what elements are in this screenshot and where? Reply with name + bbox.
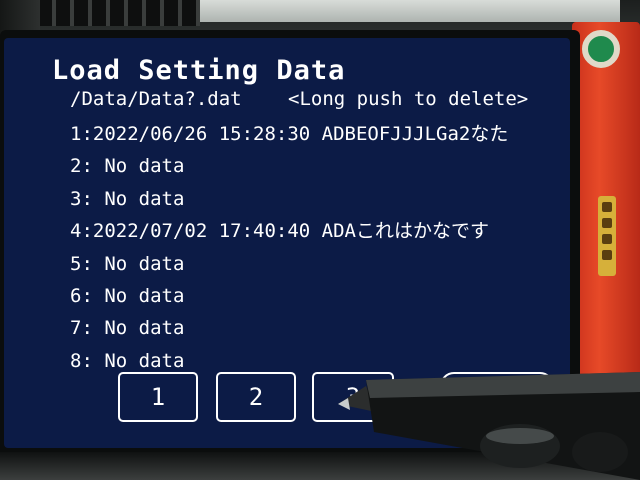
mounting-hole-icon <box>582 30 620 68</box>
data-slot-5[interactable]: 5: No data <box>70 248 508 280</box>
data-slot-4[interactable]: 4:2022/07/02 17:40:40 ADAこれはかなです <box>70 215 508 247</box>
page-1-button[interactable]: 1 <box>118 372 198 422</box>
mounting-hole-icon <box>582 396 620 434</box>
data-slot-2[interactable]: 2: No data <box>70 150 508 182</box>
data-slot-7[interactable]: 7: No data <box>70 312 508 344</box>
file-path-label: /Data/Data?.dat <box>70 88 242 110</box>
pin-header-top <box>20 0 200 26</box>
page-2-button[interactable]: 2 <box>216 372 296 422</box>
tft-screen: Load Setting Data /Data/Data?.dat <Long … <box>4 38 570 448</box>
pin-header-icon <box>598 196 616 276</box>
delete-hint: <Long push to delete> <box>288 88 529 110</box>
close-button[interactable]: Close <box>440 372 554 422</box>
connector-strip <box>200 0 620 22</box>
data-slot-3[interactable]: 3: No data <box>70 183 508 215</box>
desk-surface <box>0 452 640 480</box>
data-slot-list: 1:2022/06/26 15:28:30 ADBEOFJJJLGa2なた 2:… <box>70 118 508 377</box>
data-slot-6[interactable]: 6: No data <box>70 280 508 312</box>
data-slot-1[interactable]: 1:2022/06/26 15:28:30 ADBEOFJJJLGa2なた <box>70 118 508 150</box>
page-title: Load Setting Data <box>52 55 346 86</box>
page-3-button[interactable]: 3 <box>312 372 394 422</box>
